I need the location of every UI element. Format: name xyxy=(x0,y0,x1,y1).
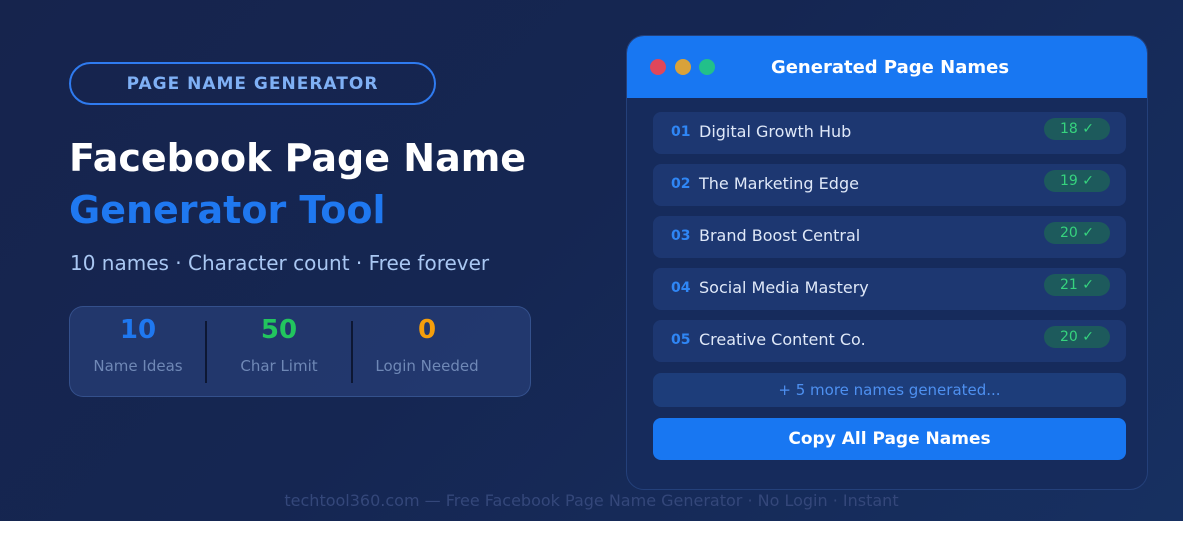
name-number: 04 xyxy=(671,280,691,296)
stat-label: Char Limit xyxy=(240,357,318,375)
more-names-link[interactable]: + 5 more names generated... xyxy=(653,373,1126,407)
char-count-badge: 19 ✓ xyxy=(1044,170,1110,192)
banner: PAGE NAME GENERATOR Facebook Page Name G… xyxy=(0,0,1183,521)
name-text: Social Media Mastery xyxy=(699,278,869,297)
name-list-item[interactable]: 05 Creative Content Co. 20 ✓ xyxy=(653,320,1126,362)
stat-value: 0 xyxy=(417,315,437,345)
copy-all-button[interactable]: Copy All Page Names xyxy=(653,418,1126,460)
stat-value: 50 xyxy=(260,315,298,345)
page-title-line1: Facebook Page Name xyxy=(69,136,527,180)
stat-login-needed: 0 Login Needed xyxy=(353,307,501,398)
name-number: 05 xyxy=(671,332,691,348)
generated-names-card: Generated Page Names 01 Digital Growth H… xyxy=(626,35,1148,490)
char-count-badge: 18 ✓ xyxy=(1044,118,1110,140)
card-title: Generated Page Names xyxy=(770,56,1010,78)
page-subtitle: 10 names · Character count · Free foreve… xyxy=(70,251,490,275)
stat-char-limit: 50 Char Limit xyxy=(207,307,351,398)
stat-label: Login Needed xyxy=(375,357,479,375)
name-text: Digital Growth Hub xyxy=(699,122,852,141)
name-number: 03 xyxy=(671,228,691,244)
name-text: Brand Boost Central xyxy=(699,226,861,245)
name-number: 01 xyxy=(671,124,691,140)
name-list-item[interactable]: 02 The Marketing Edge 19 ✓ xyxy=(653,164,1126,206)
char-count-badge: 21 ✓ xyxy=(1044,274,1110,296)
footer-text: techtool360.com — Free Facebook Page Nam… xyxy=(284,491,899,510)
stat-name-ideas: 10 Name Ideas xyxy=(70,307,206,398)
name-list-item[interactable]: 04 Social Media Mastery 21 ✓ xyxy=(653,268,1126,310)
page-title-line2: Generator Tool xyxy=(69,188,386,232)
name-number: 02 xyxy=(671,176,691,192)
name-list-item[interactable]: 01 Digital Growth Hub 18 ✓ xyxy=(653,112,1126,154)
name-list-item[interactable]: 03 Brand Boost Central 20 ✓ xyxy=(653,216,1126,258)
stat-value: 10 xyxy=(119,315,157,345)
name-text: The Marketing Edge xyxy=(699,174,859,193)
char-count-badge: 20 ✓ xyxy=(1044,222,1110,244)
card-header: Generated Page Names xyxy=(627,36,1147,98)
name-text: Creative Content Co. xyxy=(699,330,866,349)
stat-label: Name Ideas xyxy=(93,357,183,375)
stats-panel: 10 Name Ideas 50 Char Limit 0 Login Need… xyxy=(69,306,531,397)
category-pill: PAGE NAME GENERATOR xyxy=(69,62,436,105)
char-count-badge: 20 ✓ xyxy=(1044,326,1110,348)
